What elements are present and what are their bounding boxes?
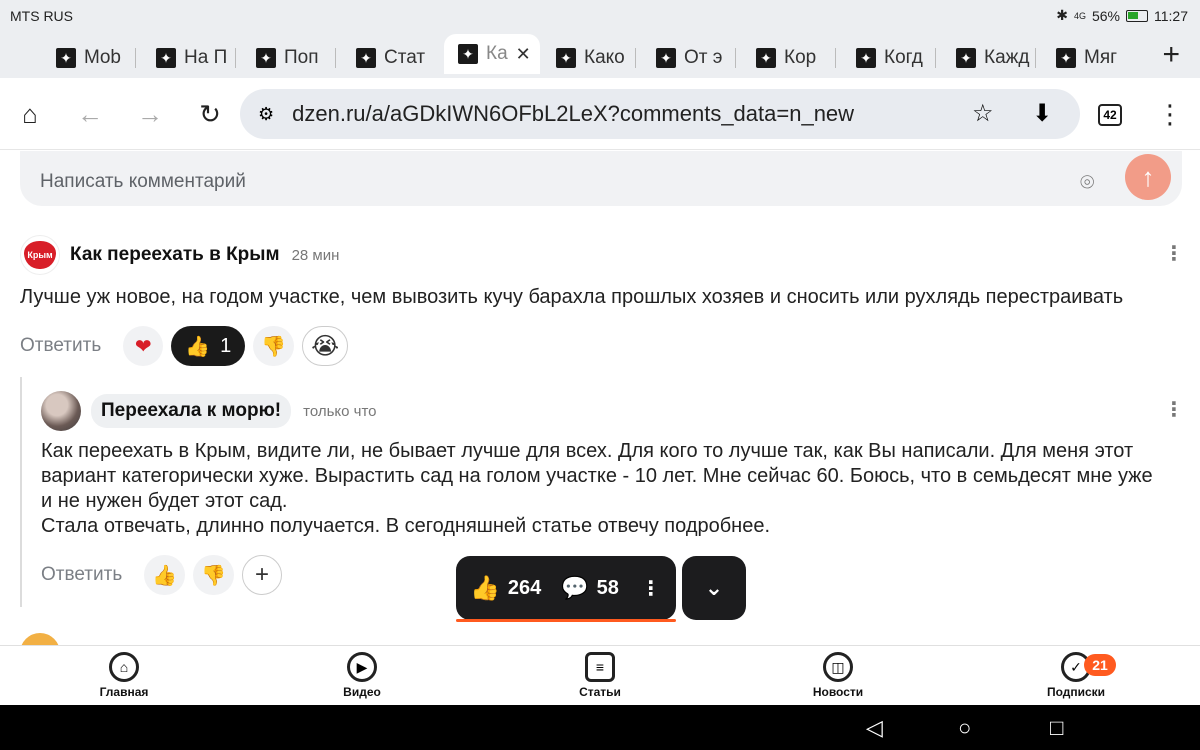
- home-icon[interactable]: ⌂: [12, 96, 48, 132]
- double-chevron-down-icon: ⌄: [704, 575, 724, 600]
- article-more-icon[interactable]: ⋮: [641, 576, 661, 601]
- carrier-label: MTS RUS: [10, 8, 73, 24]
- article-reactions-bar: 👍 264 💬 58 ⋮: [456, 556, 676, 622]
- battery-percent: 56%: [1091, 7, 1120, 24]
- tab-item[interactable]: ✦ Поп: [256, 40, 336, 76]
- dzen-favicon-icon: ✦: [356, 48, 376, 68]
- nav-video[interactable]: ▶ Видео: [312, 652, 412, 699]
- home-icon: ⌂: [109, 652, 139, 682]
- dzen-favicon-icon: ✦: [556, 48, 576, 68]
- comment-time: 28 мин: [291, 246, 340, 264]
- heart-reaction-icon[interactable]: ❤: [123, 326, 164, 366]
- reply-button[interactable]: Ответить: [41, 564, 122, 586]
- dzen-favicon-icon: ✦: [656, 48, 676, 68]
- comment-menu-icon[interactable]: ⋮: [1164, 244, 1184, 264]
- tab-close-icon[interactable]: ✕: [516, 44, 531, 65]
- article-comments-button[interactable]: 💬 58: [561, 575, 619, 601]
- read-progress-bar: [456, 619, 676, 622]
- play-icon: ▶: [347, 652, 377, 682]
- news-icon: ◫: [823, 652, 853, 682]
- signal-icon: 4G: [1073, 10, 1086, 21]
- tab-item-active[interactable]: ✦ Ка ✕: [444, 34, 540, 74]
- thumbs-up-icon[interactable]: 👍: [144, 555, 186, 595]
- status-bar: MTS RUS ✱ 4G 56% 11:27: [0, 0, 1200, 32]
- thumbs-up-icon: 👍: [470, 574, 500, 602]
- crying-reaction-icon[interactable]: 😭: [302, 326, 349, 366]
- comment-text: Лучше уж новое, на годом участке, чем вы…: [20, 286, 1124, 308]
- comment-input-box[interactable]: Написать комментарий ⌾ ↑: [20, 151, 1182, 206]
- tab-item[interactable]: ✦ Како: [556, 40, 636, 76]
- add-reaction-button[interactable]: +: [242, 555, 283, 595]
- tab-strip: ✦ Mob ✦ На П ✦ Поп ✦ Стат ✦ Ка ✕ ✦ Како ✦ От э ✦…: [0, 32, 1200, 78]
- dzen-favicon-icon: ✦: [458, 44, 478, 64]
- bookmark-star-icon[interactable]: ☆: [972, 99, 994, 128]
- dzen-favicon-icon: ✦: [956, 48, 976, 68]
- comment-input-placeholder[interactable]: Написать комментарий: [40, 171, 246, 193]
- back-nav-icon[interactable]: ◁: [866, 715, 883, 741]
- clock: 11:27: [1154, 7, 1188, 24]
- browser-toolbar: ⌂ ← → ↻ ⚙ dzen.ru/a/aGDkIWN6OFbL2LeX?com…: [0, 78, 1200, 150]
- tab-item[interactable]: ✦ Когд: [856, 40, 936, 76]
- tab-item[interactable]: ✦ Кор: [756, 40, 836, 76]
- url-text[interactable]: dzen.ru/a/aGDkIWN6OFbL2LeX?comments_data…: [292, 101, 854, 127]
- tab-item[interactable]: ✦ Кажд: [956, 40, 1036, 76]
- site-settings-icon[interactable]: ⚙: [258, 104, 274, 125]
- tab-count-button[interactable]: 42: [1098, 104, 1122, 126]
- tab-item[interactable]: ✦ Стат: [356, 40, 436, 76]
- bottom-navigation: ⌂ Главная ▶ Видео ≡ Статьи ◫ Новости ✓ Подпис…: [0, 645, 1200, 705]
- thumbs-up-icon: 👍: [185, 335, 211, 358]
- camera-icon[interactable]: ⌾: [1080, 169, 1094, 197]
- reload-icon[interactable]: ↻: [192, 96, 228, 132]
- home-nav-icon[interactable]: ○: [958, 715, 971, 741]
- comment-bubble-icon: 💬: [561, 575, 589, 600]
- nav-news[interactable]: ◫ Новости: [788, 652, 888, 699]
- tab-item[interactable]: ✦ Мяг: [1056, 40, 1126, 76]
- scroll-down-button[interactable]: ⌄: [682, 556, 746, 620]
- comment-text: Как переехать в Крым, видите ли, не быва…: [41, 440, 1153, 537]
- nav-articles[interactable]: ≡ Статьи: [550, 652, 650, 699]
- tab-item[interactable]: ✦ Mob: [56, 40, 136, 76]
- bluetooth-icon: ✱: [1056, 7, 1068, 23]
- thumbs-down-icon[interactable]: 👎: [193, 555, 235, 595]
- dzen-favicon-icon: ✦: [56, 48, 76, 68]
- dzen-favicon-icon: ✦: [1056, 48, 1076, 68]
- battery-icon: [1126, 9, 1148, 22]
- comment-actions: Ответить ❤ 👍 1 👎 😭: [20, 326, 349, 366]
- comment-header: Переехала к морю! только что: [41, 391, 377, 431]
- system-nav-bar: ◁ ○ □: [0, 705, 1200, 750]
- book-icon: ≡: [585, 652, 615, 682]
- dzen-favicon-icon: ✦: [156, 48, 176, 68]
- avatar[interactable]: Крым: [20, 235, 60, 275]
- tab-item[interactable]: ✦ На П: [156, 40, 236, 76]
- dzen-favicon-icon: ✦: [256, 48, 276, 68]
- reply-button[interactable]: Ответить: [20, 335, 101, 357]
- address-bar[interactable]: ⚙ dzen.ru/a/aGDkIWN6OFbL2LeX?comments_da…: [240, 89, 1080, 139]
- comment-header: Крым Как переехать в Крым 28 мин: [20, 235, 339, 275]
- comment-menu-icon[interactable]: ⋮: [1164, 400, 1184, 420]
- avatar[interactable]: [41, 391, 81, 431]
- dzen-favicon-icon: ✦: [856, 48, 876, 68]
- send-button[interactable]: ↑: [1125, 154, 1171, 200]
- subscriptions-badge: 21: [1084, 654, 1116, 676]
- comment-actions: Ответить 👍 👎 +: [41, 555, 283, 595]
- article-like-button[interactable]: 👍 264: [470, 574, 541, 603]
- nav-home[interactable]: ⌂ Главная: [74, 652, 174, 699]
- comment-time: только что: [303, 402, 377, 420]
- overflow-menu-icon[interactable]: ⋮: [1152, 96, 1188, 132]
- thread-line: [20, 377, 22, 607]
- tab-item[interactable]: ✦ От э: [656, 40, 736, 76]
- dislike-reaction-icon[interactable]: 👎: [253, 326, 295, 366]
- dzen-favicon-icon: ✦: [756, 48, 776, 68]
- author-name[interactable]: Переехала к морю!: [91, 394, 292, 428]
- back-icon[interactable]: ←: [72, 96, 108, 132]
- new-tab-button[interactable]: +: [1162, 38, 1180, 72]
- like-reaction-button[interactable]: 👍 1: [171, 326, 246, 366]
- recents-nav-icon[interactable]: □: [1050, 715, 1063, 741]
- forward-icon[interactable]: →: [132, 96, 168, 132]
- author-name[interactable]: Как переехать в Крым: [70, 244, 280, 266]
- avatar[interactable]: [20, 633, 60, 645]
- download-icon[interactable]: ⬇: [1032, 99, 1052, 128]
